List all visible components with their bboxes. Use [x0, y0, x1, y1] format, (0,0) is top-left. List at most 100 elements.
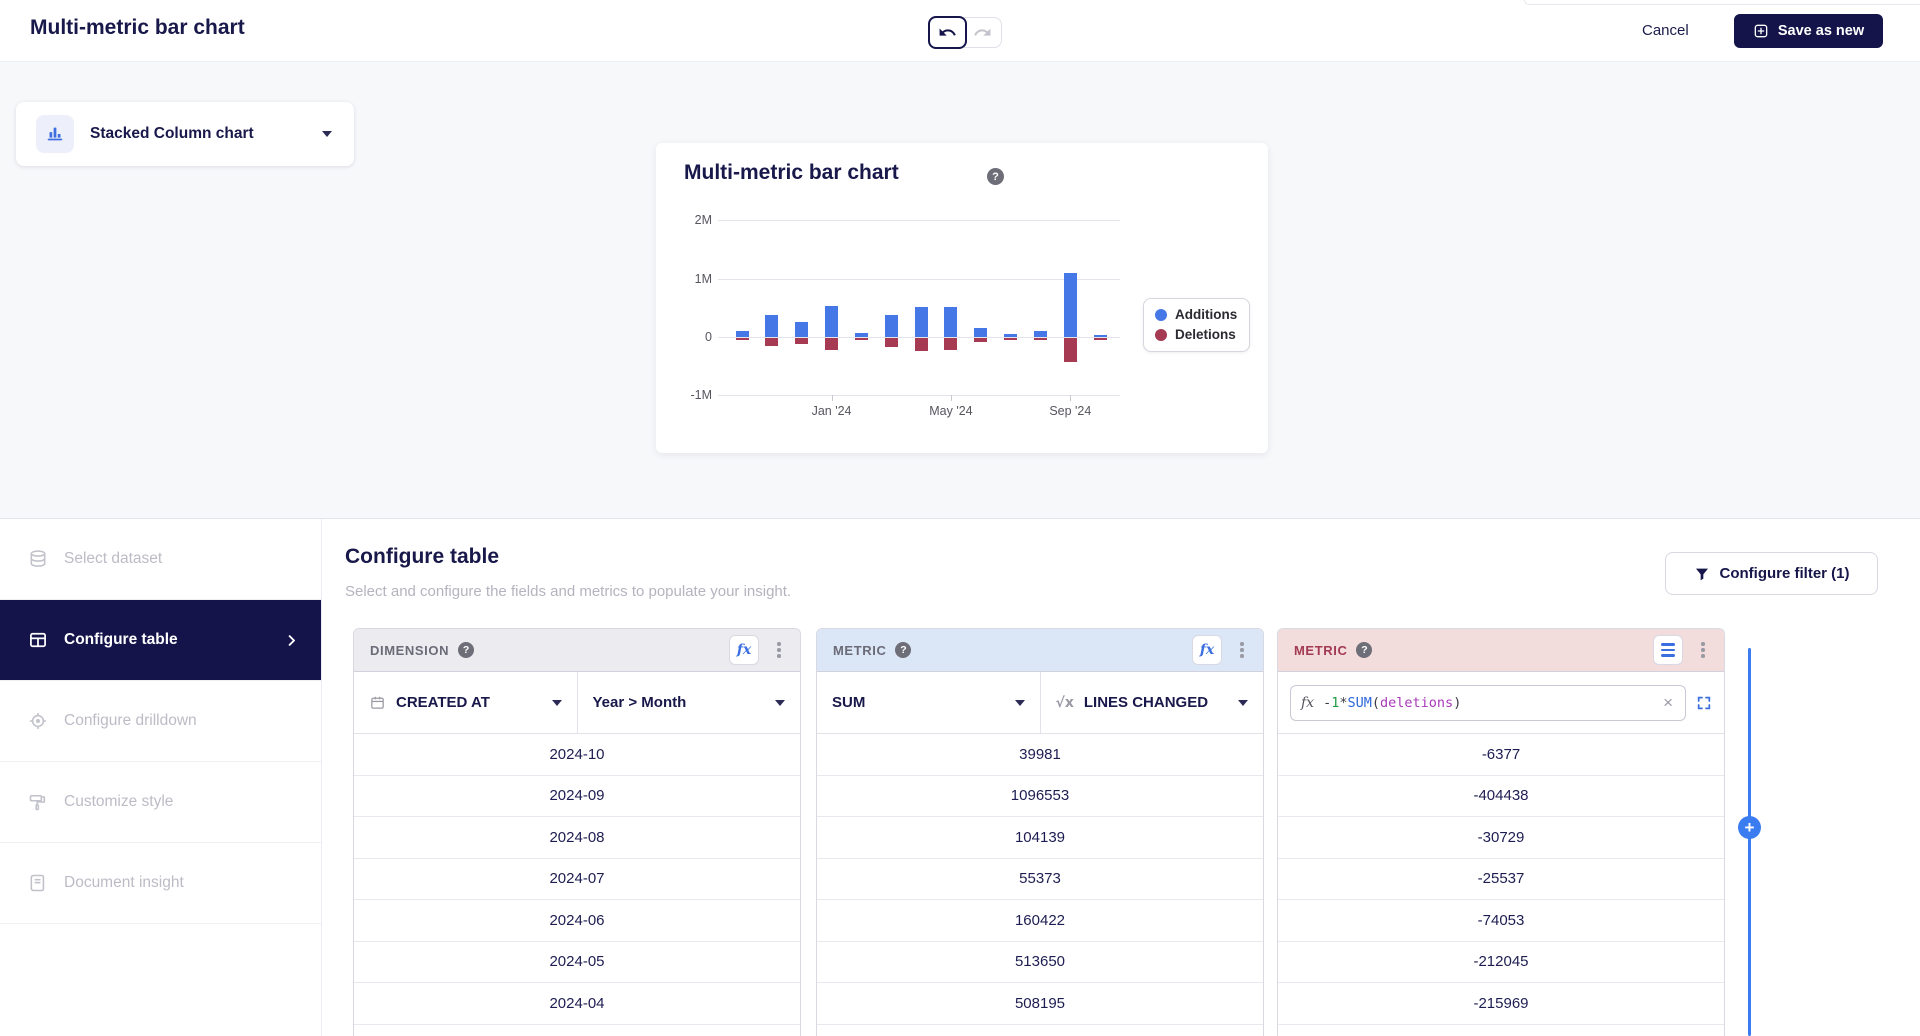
chevron-down-icon [552, 700, 562, 706]
kebab-menu-icon[interactable] [1692, 635, 1714, 665]
formula-token-field: deletions [1380, 695, 1453, 711]
sidebar-item-customize-style[interactable]: Customize style [0, 762, 321, 843]
sidebar-item-select-dataset[interactable]: Select dataset [0, 519, 321, 600]
metric-1-header: METRIC ? fx [817, 629, 1263, 672]
configure-filter-button[interactable]: Configure filter (1) [1665, 552, 1878, 595]
save-as-new-button[interactable]: Save as new [1734, 14, 1883, 48]
add-column-button[interactable]: + [1738, 816, 1761, 839]
legend-item-deletions[interactable]: Deletions [1155, 327, 1237, 342]
document-icon [28, 873, 48, 893]
bar-deletions [795, 338, 808, 344]
bar-deletions [825, 338, 838, 350]
sidebar-item-configure-drilldown[interactable]: Configure drilldown [0, 681, 321, 762]
save-as-new-label: Save as new [1778, 23, 1864, 39]
table-row: 2024-05 [354, 942, 800, 984]
dimension-type-label: DIMENSION [370, 643, 449, 658]
column-dimension: DIMENSION ? fx CREATED AT Year > Month [353, 628, 801, 1036]
calendar-icon [369, 694, 386, 711]
table-row: 2024-10 [354, 734, 800, 776]
bar-additions [1094, 335, 1107, 337]
database-icon [28, 549, 48, 569]
table-icon [28, 630, 48, 650]
menu-button[interactable] [1653, 635, 1683, 665]
formula-fx-button[interactable]: fx [1192, 635, 1222, 665]
metric-1-selectors: SUM √x LINES CHANGED [817, 672, 1263, 734]
bar-additions [1034, 331, 1047, 337]
bar-deletions [1034, 338, 1047, 340]
page-title: Multi-metric bar chart [30, 16, 245, 40]
formula-token-op: - [1323, 695, 1331, 711]
plus-square-icon [1753, 23, 1769, 39]
table-row: 160422 [817, 900, 1263, 942]
legend-dot [1155, 329, 1167, 341]
table-row: -30729 [1278, 817, 1724, 859]
dimension-values: 2024-102024-092024-082024-072024-062024-… [354, 734, 800, 1036]
table-row: 104139 [817, 817, 1263, 859]
sidebar-item-label: Configure drilldown [64, 712, 299, 730]
gridline [718, 220, 1120, 221]
table-cell: 2024-08 [549, 829, 604, 846]
table-row: -404438 [1278, 776, 1724, 818]
table-cell: 508195 [1015, 995, 1065, 1012]
table-cell: -25537 [1478, 870, 1525, 887]
x-axis-tick [1070, 395, 1071, 401]
table-row [1278, 1025, 1724, 1036]
undo-button[interactable] [928, 16, 967, 49]
table-cell: -74053 [1478, 912, 1525, 929]
redo-button[interactable] [964, 17, 1002, 48]
table-cell: 2024-10 [549, 746, 604, 763]
undo-icon [938, 23, 957, 42]
chart-type-label: Stacked Column chart [90, 125, 306, 143]
bar-additions [944, 307, 957, 337]
clear-formula-button[interactable]: × [1661, 694, 1675, 711]
table-row: 2024-04 [354, 983, 800, 1025]
help-icon[interactable]: ? [458, 642, 474, 658]
bar-deletions [1064, 338, 1077, 362]
chevron-down-icon [322, 131, 332, 137]
table-row [817, 1025, 1263, 1036]
field-selector-lines-changed[interactable]: √x LINES CHANGED [1040, 672, 1264, 733]
table-cell: 104139 [1015, 829, 1065, 846]
table-cell: -212045 [1473, 953, 1528, 970]
bar-additions [915, 307, 928, 337]
chevron-down-icon [1015, 700, 1025, 706]
formula-input[interactable]: fx -1*SUM(deletions) × [1290, 685, 1686, 721]
kebab-menu-icon[interactable] [768, 635, 790, 665]
sidebar-item-document-insight[interactable]: Document insight [0, 843, 321, 924]
field-selector-created-at[interactable]: CREATED AT [354, 672, 577, 733]
level-label: Year > Month [593, 694, 687, 711]
aggregation-selector-sum[interactable]: SUM [817, 672, 1040, 733]
formula-fx-button[interactable]: fx [729, 635, 759, 665]
bar-additions [765, 315, 778, 337]
gridline [718, 279, 1120, 280]
undo-redo-group [928, 16, 1002, 49]
level-selector-year-month[interactable]: Year > Month [577, 672, 801, 733]
x-axis-label: May '24 [915, 404, 987, 418]
y-axis-tick-label: 0 [666, 330, 712, 344]
legend-item-additions[interactable]: Additions [1155, 307, 1237, 322]
table-cell: -404438 [1473, 787, 1528, 804]
help-icon[interactable]: ? [1356, 642, 1372, 658]
stacked-column-chart-icon [36, 115, 74, 153]
bar-deletions [855, 338, 868, 340]
bar-additions [974, 328, 987, 337]
column-metric-1: METRIC ? fx SUM √x LINES CHANGED 3998110… [816, 628, 1264, 1036]
table-row: 1096553 [817, 776, 1263, 818]
table-cell: 160422 [1015, 912, 1065, 929]
table-row: 2024-09 [354, 776, 800, 818]
bar-deletions [974, 338, 987, 342]
table-row [354, 1025, 800, 1036]
expand-formula-button[interactable] [1696, 695, 1712, 711]
chart-type-selector[interactable]: Stacked Column chart [16, 102, 354, 166]
bar-deletions [944, 338, 957, 350]
table-row: 2024-08 [354, 817, 800, 859]
help-icon[interactable]: ? [895, 642, 911, 658]
sidebar-item-configure-table[interactable]: Configure table [0, 600, 321, 681]
cancel-button[interactable]: Cancel [1634, 20, 1697, 41]
table-cell: 55373 [1019, 870, 1061, 887]
metric-2-values: -6377-404438-30729-25537-74053-212045-21… [1278, 734, 1724, 1036]
legend-label: Deletions [1175, 327, 1236, 342]
kebab-menu-icon[interactable] [1231, 635, 1253, 665]
formula-code: -1*SUM(deletions) [1323, 695, 1652, 711]
metric-1-type-label: METRIC [833, 643, 886, 658]
